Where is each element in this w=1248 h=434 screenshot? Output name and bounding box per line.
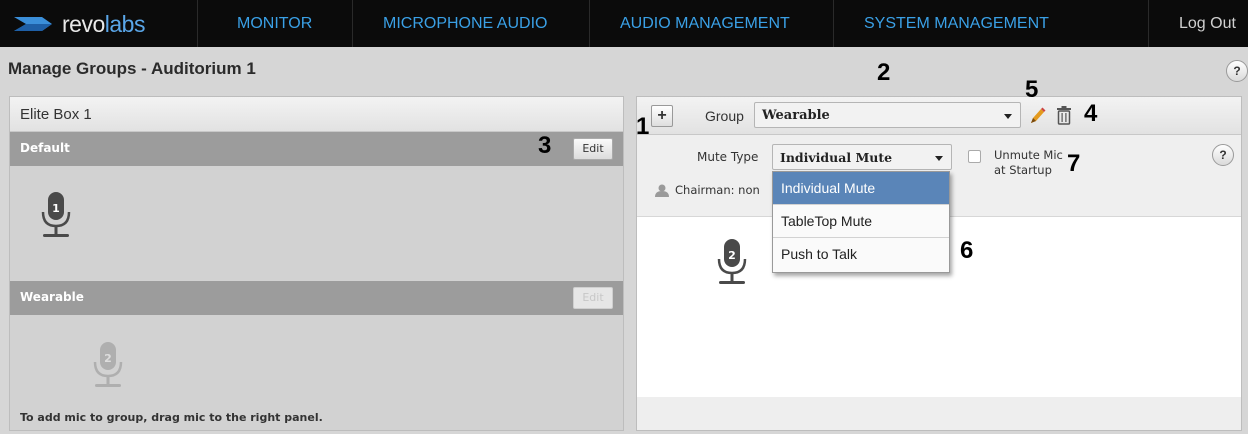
left-panel-header: Elite Box 1	[10, 97, 623, 132]
option-tabletop-mute[interactable]: TableTop Mute	[773, 205, 949, 238]
nav-monitor[interactable]: MONITOR	[237, 0, 312, 47]
nav-system-management[interactable]: SYSTEM MANAGEMENT	[864, 0, 1049, 47]
unmute-line-1: Unmute Mic	[994, 148, 1063, 162]
nav-audio-management[interactable]: AUDIO MANAGEMENT	[620, 0, 790, 47]
nav-divider	[197, 0, 198, 47]
page-title: Manage Groups - Auditorium 1	[8, 59, 256, 78]
microphone-icon-faded: 2	[93, 342, 123, 387]
mute-type-label: Mute Type	[697, 150, 759, 164]
nav-divider	[833, 0, 834, 47]
mic-number: 1	[52, 202, 60, 215]
callout-3: 3	[538, 132, 552, 159]
callout-7: 7	[1067, 150, 1081, 177]
logout-link[interactable]: Log Out	[1179, 0, 1236, 47]
group-bar-wearable: Wearable Edit	[10, 281, 623, 315]
mic-number: 2	[104, 352, 112, 365]
edit-default-button[interactable]: Edit	[573, 138, 613, 160]
microphone-icon[interactable]: 2	[713, 237, 753, 289]
callout-6: 6	[960, 237, 974, 264]
logo-text: revolabs	[62, 10, 145, 37]
pencil-icon[interactable]	[1028, 105, 1046, 127]
unmute-line-2: at Startup	[994, 163, 1052, 177]
mute-type-dropdown-menu: Individual Mute TableTop Mute Push to Ta…	[772, 171, 950, 273]
revolabs-logo[interactable]: revolabs	[12, 10, 145, 38]
option-individual-mute[interactable]: Individual Mute	[773, 172, 949, 205]
microphone-icon[interactable]: 1	[37, 190, 77, 242]
group-select-value: Wearable	[762, 108, 830, 123]
option-push-to-talk[interactable]: Push to Talk	[773, 238, 949, 271]
right-panel-footer	[637, 397, 1241, 430]
device-name: Elite Box 1	[20, 106, 92, 123]
callout-5: 5	[1025, 76, 1039, 103]
mic-number: 2	[728, 249, 736, 262]
group-name: Default	[20, 141, 70, 155]
top-navigation: revolabs MONITOR MICROPHONE AUDIO AUDIO …	[0, 0, 1248, 47]
group-name: Wearable	[20, 290, 84, 304]
revolabs-logo-mark-icon	[14, 17, 52, 31]
group-select[interactable]: Wearable	[754, 102, 1021, 128]
mute-type-value: Individual Mute	[780, 150, 893, 165]
mute-type-select[interactable]: Individual Mute	[772, 144, 952, 170]
drag-instruction: To add mic to group, drag mic to the rig…	[20, 411, 323, 424]
add-group-button[interactable]: +	[651, 105, 673, 127]
unmute-at-startup-checkbox[interactable]	[968, 150, 981, 163]
nav-divider	[352, 0, 353, 47]
unmute-at-startup-label: Unmute Mic at Startup	[994, 148, 1063, 178]
chairman-row: Chairman: non	[655, 183, 760, 197]
nav-divider	[1148, 0, 1149, 47]
callout-1: 1	[636, 113, 650, 140]
callout-2: 2	[877, 59, 891, 86]
page-help-button[interactable]: ?	[1226, 60, 1248, 82]
chevron-down-icon	[1004, 114, 1012, 119]
chevron-down-icon	[935, 156, 943, 161]
group-label: Group	[705, 108, 744, 124]
nav-divider	[589, 0, 590, 47]
right-panel-header: + Group Wearable	[637, 97, 1241, 135]
callout-4: 4	[1084, 100, 1098, 127]
group-bar-default: Default Edit	[10, 132, 623, 166]
group-overview-panel: Elite Box 1 Default Edit 1 Wearable Edit…	[9, 96, 624, 431]
chairman-text: Chairman: non	[675, 183, 760, 197]
settings-help-button[interactable]: ?	[1212, 144, 1234, 166]
nav-microphone-audio[interactable]: MICROPHONE AUDIO	[383, 0, 547, 47]
user-icon	[655, 184, 669, 197]
edit-wearable-button: Edit	[573, 287, 613, 309]
trash-icon[interactable]	[1055, 105, 1073, 127]
